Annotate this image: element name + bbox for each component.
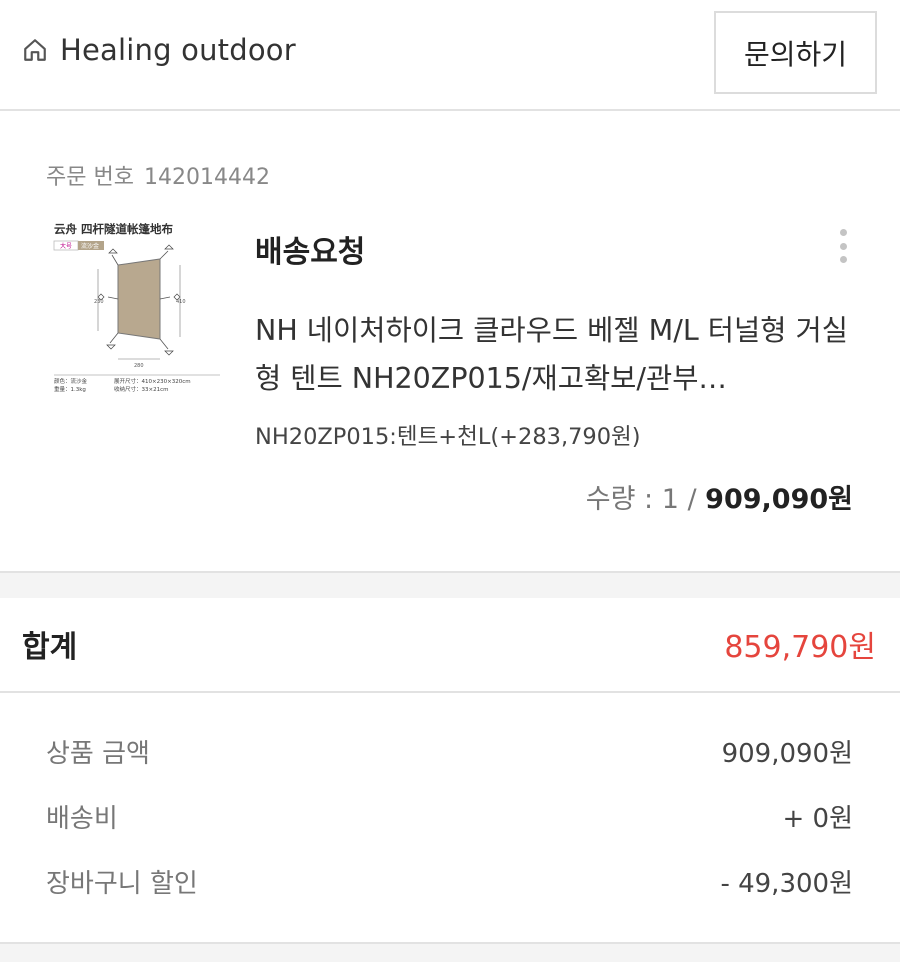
thumb-dim-right: 410 xyxy=(176,299,186,305)
quantity-text: 수량 : 1 / xyxy=(585,484,706,515)
thumb-spec-pack: 收纳尺寸：33×21cm xyxy=(114,385,169,393)
bottom-divider xyxy=(0,942,900,962)
breakdown-row-shipping: 배송비 + 0원 xyxy=(0,798,900,838)
breakdown-value: + 0원 xyxy=(782,804,853,834)
home-icon xyxy=(24,39,46,61)
breakdown-row-discount: 장바구니 할인 - 49,300원 xyxy=(0,863,900,903)
breakdown-value: 909,090원 xyxy=(721,739,853,769)
thumb-spec-weight: 重量：1.3kg xyxy=(54,385,86,393)
breakdown-label: 장바구니 할인 xyxy=(46,869,198,899)
store-home-link[interactable]: Healing outdoor xyxy=(22,30,296,70)
total-row: 합계 859,790원 xyxy=(0,598,900,693)
total-value: 859,790원 xyxy=(724,630,876,665)
product-thumbnail[interactable]: 云舟 四杆隧道帐篷地布 大号 流沙金 230 410 280 颜色：流沙金 展开… xyxy=(52,219,222,394)
order-number-label: 주문 번호 xyxy=(46,165,134,190)
more-vertical-icon[interactable] xyxy=(826,225,860,267)
order-card: 주문 번호 142014442 云舟 四杆隧道帐篷地布 大号 流沙金 230 41… xyxy=(0,113,900,571)
thumb-dim-left: 230 xyxy=(94,299,104,305)
thumb-title: 云舟 四杆隧道帐篷地布 xyxy=(54,222,174,236)
thumb-tag-color: 流沙金 xyxy=(81,242,99,250)
thumb-spec-size: 展开尺寸：410×230×320cm xyxy=(114,377,191,385)
breakdown-row-product: 상품 금액 909,090원 xyxy=(0,733,900,773)
quantity-price: 수량 : 1 / 909,090원 xyxy=(586,477,853,516)
product-option: NH20ZP015:텐트+천L(+283,790원) xyxy=(255,424,641,450)
thumb-tag-size: 大号 xyxy=(60,242,72,250)
tent-floor-image: 云舟 四杆隧道帐篷地布 大号 流沙金 230 410 280 颜色：流沙金 展开… xyxy=(52,219,222,394)
breakdown-value: - 49,300원 xyxy=(720,869,853,899)
inquiry-button[interactable]: 문의하기 xyxy=(714,11,877,94)
delivery-status: 배송요청 xyxy=(255,235,366,270)
item-price: 909,090원 xyxy=(705,484,853,515)
product-name[interactable]: NH 네이처하이크 클라우드 베젤 M/L 터널형 거실형 텐트 NH20ZP0… xyxy=(255,307,865,403)
order-number: 주문 번호 142014442 xyxy=(46,159,270,191)
section-divider xyxy=(0,571,900,598)
total-label: 합계 xyxy=(22,630,78,665)
thumb-spec-color: 颜色：流沙金 xyxy=(54,377,88,385)
breakdown-label: 상품 금액 xyxy=(46,739,150,769)
breakdown-label: 배송비 xyxy=(46,804,118,834)
thumb-dim-bottom: 280 xyxy=(134,363,144,369)
store-name: Healing outdoor xyxy=(60,33,296,67)
payment-summary: 합계 859,790원 상품 금액 909,090원 배송비 + 0원 장바구니… xyxy=(0,598,900,942)
top-bar: Healing outdoor 문의하기 xyxy=(0,0,900,111)
order-number-value: 142014442 xyxy=(143,165,270,190)
